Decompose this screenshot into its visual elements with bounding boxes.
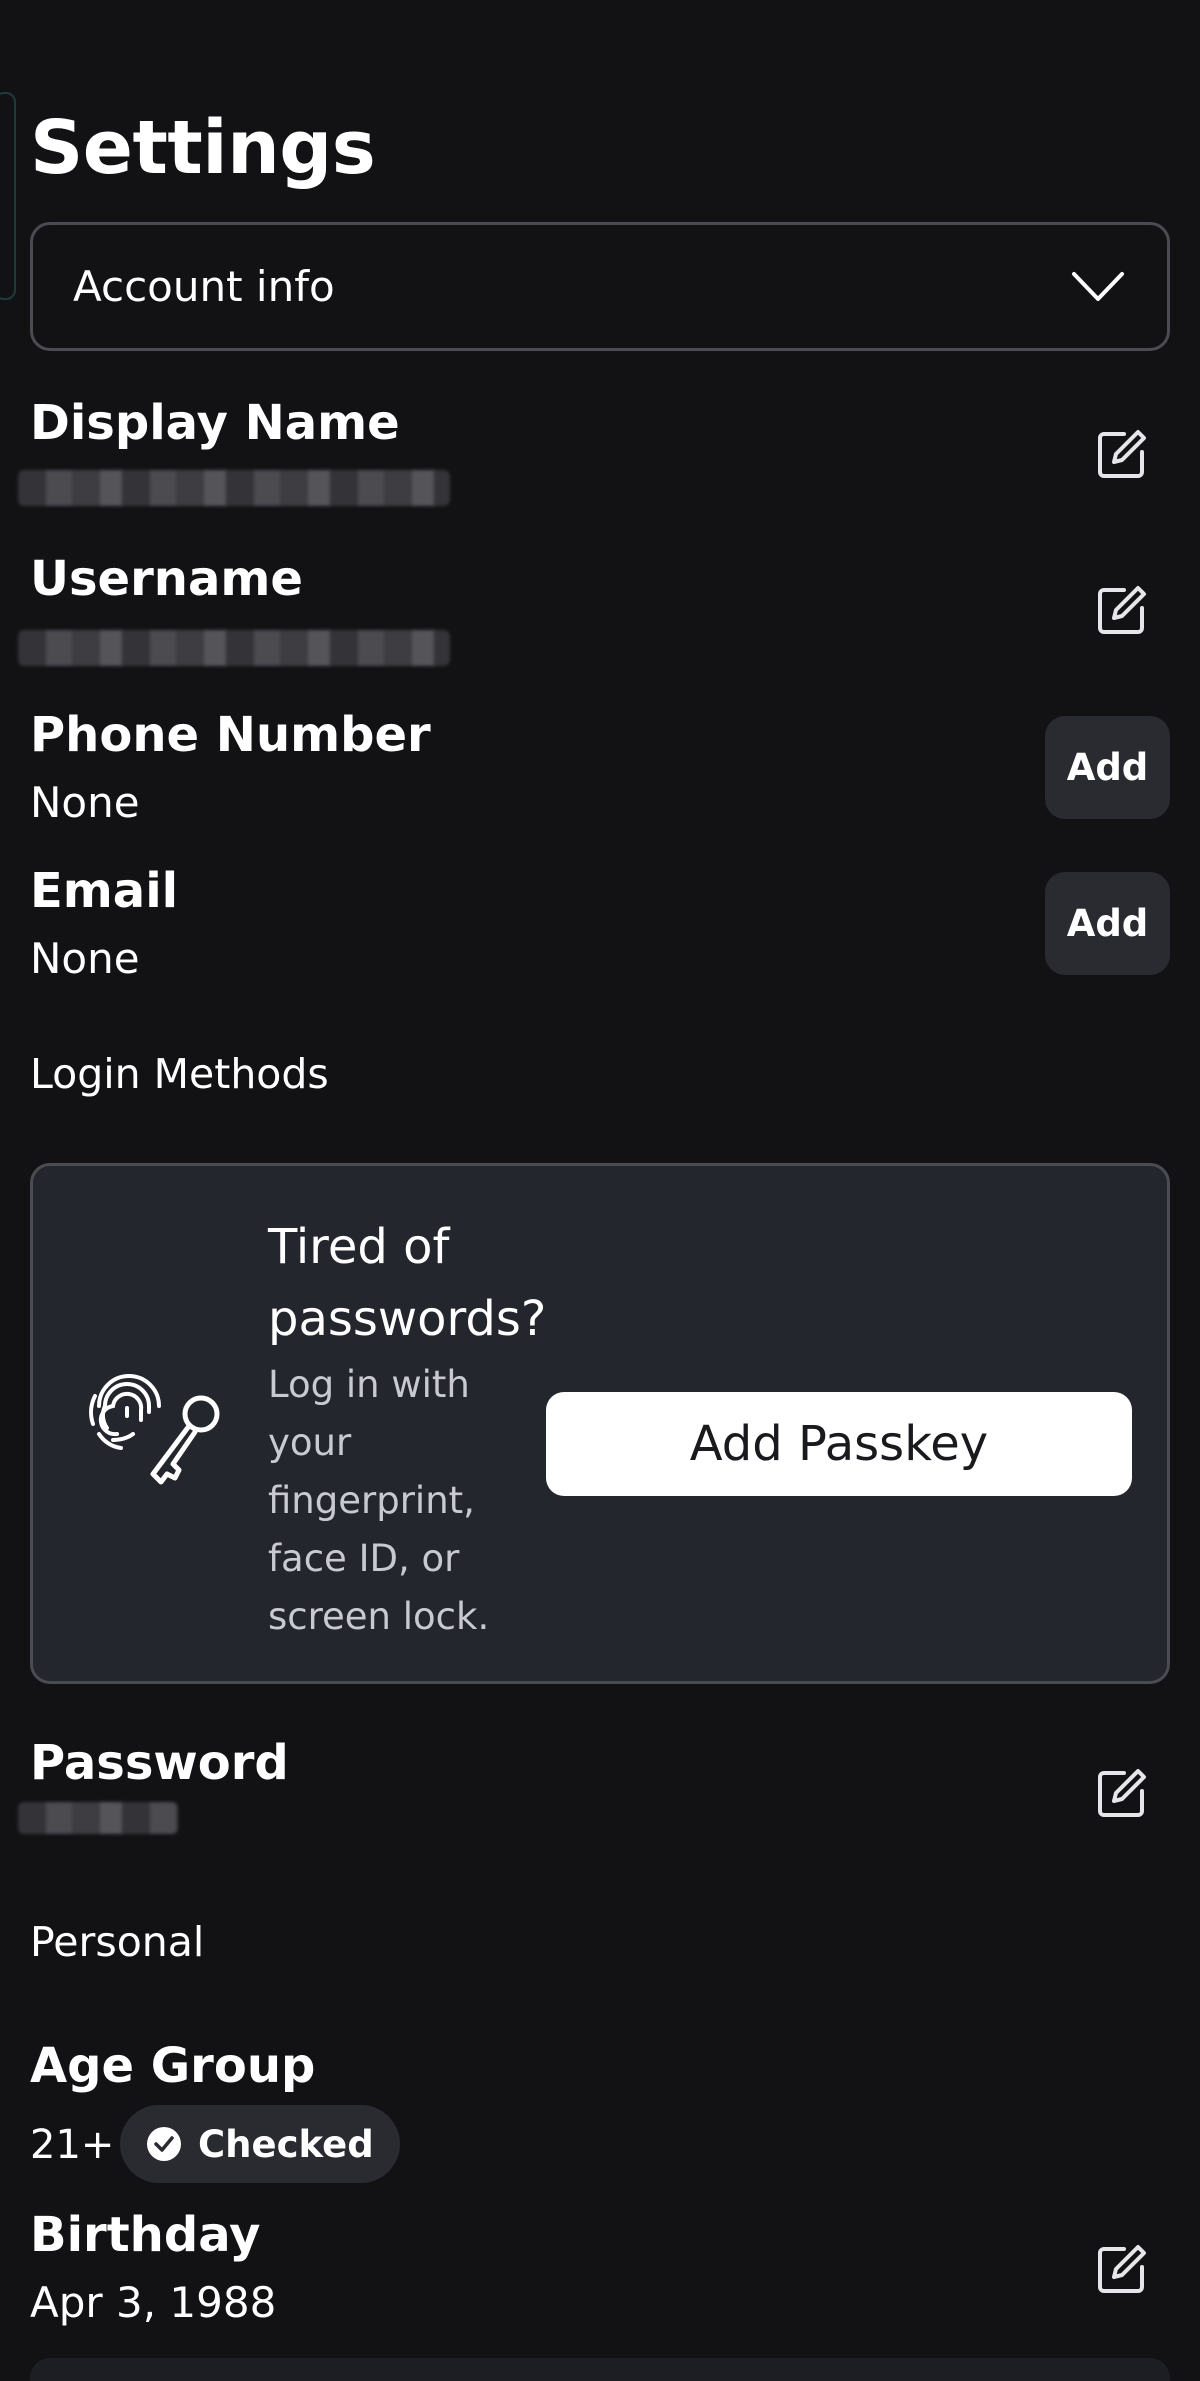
- page-title: Settings: [30, 105, 376, 191]
- passkey-description: Log in with your fingerprint, face ID, o…: [268, 1363, 490, 1638]
- birthday-value: Apr 3, 1988: [30, 2278, 277, 2327]
- passkey-promo-card: Tired of passwords? Log in with your fin…: [30, 1163, 1170, 1684]
- age-group-value: 21+: [30, 2122, 115, 2168]
- password-value-masked: [18, 1802, 178, 1834]
- edit-username-icon[interactable]: [1094, 582, 1150, 638]
- age-verified-badge: Checked: [120, 2105, 400, 2183]
- check-circle-icon: [147, 2127, 181, 2161]
- edit-display-name-icon[interactable]: [1094, 426, 1150, 482]
- next-section-card-partial: [30, 2358, 1170, 2381]
- add-phone-button[interactable]: Add: [1045, 716, 1170, 819]
- side-panel-edge: [0, 92, 16, 300]
- settings-page: Settings Account info Display Name Usern…: [0, 0, 1200, 2381]
- phone-number-label: Phone Number: [30, 707, 431, 763]
- fingerprint-key-icon: [89, 1374, 220, 1485]
- username-value-redacted: [18, 630, 450, 666]
- age-group-label: Age Group: [30, 2038, 316, 2094]
- login-methods-section-label: Login Methods: [30, 1050, 329, 1098]
- email-value: None: [30, 934, 140, 983]
- personal-section-label: Personal: [30, 1918, 205, 1966]
- checked-badge-text: Checked: [198, 2122, 374, 2166]
- passkey-heading: Tired of passwords?: [268, 1219, 547, 1347]
- email-label: Email: [30, 863, 179, 919]
- password-label: Password: [30, 1735, 289, 1791]
- phone-number-value: None: [30, 778, 140, 827]
- birthday-label: Birthday: [30, 2207, 261, 2263]
- add-passkey-button[interactable]: Add Passkey: [546, 1392, 1132, 1496]
- display-name-value-redacted: [18, 470, 450, 506]
- add-email-button[interactable]: Add: [1045, 872, 1170, 975]
- chevron-down-icon: [1072, 271, 1124, 301]
- edit-password-icon[interactable]: [1094, 1765, 1150, 1821]
- edit-birthday-icon[interactable]: [1094, 2241, 1150, 2297]
- settings-section-dropdown[interactable]: Account info: [30, 222, 1170, 351]
- display-name-label: Display Name: [30, 395, 400, 451]
- dropdown-selected-value: Account info: [73, 262, 335, 311]
- username-label: Username: [30, 551, 303, 607]
